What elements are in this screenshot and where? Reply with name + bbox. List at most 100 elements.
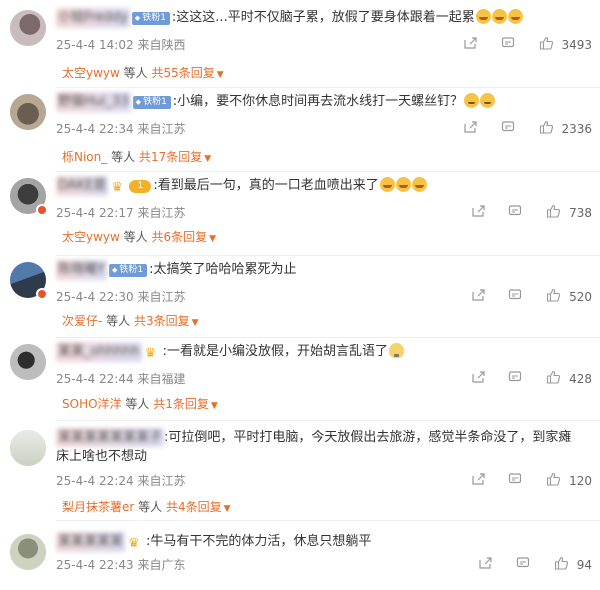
comment-icon[interactable] (508, 204, 522, 221)
chevron-down-icon[interactable]: ▼ (217, 70, 224, 80)
reply-user[interactable]: 次爱仔- (62, 314, 102, 328)
like-count: 428 (569, 371, 592, 386)
comment-actions: 3493 (443, 36, 592, 53)
username[interactable]: 某某某某某 (56, 532, 126, 552)
comment-date: 25-4-4 22:17 (56, 206, 134, 220)
reply-count[interactable]: 共17条回复 (139, 150, 202, 164)
avatar[interactable] (10, 94, 46, 130)
reply-summary[interactable]: 太空ywyw 等人 共55条回复 ▼ (62, 64, 224, 81)
thumbs-up-icon[interactable] (539, 36, 554, 53)
username[interactable]: DAKE是 (56, 176, 109, 196)
share-icon[interactable] (471, 370, 485, 387)
comment-list: 小铭Freddy铁粉1:这这这...平时不仅脑子累，放假了要身体跟着一起累 25… (0, 0, 600, 590)
share-icon[interactable] (471, 472, 485, 489)
comment-item: 陈晓曦Y铁粉1:太搞笑了哈哈哈累死为止 25-4-4 22:30 来自江苏 52… (0, 260, 600, 340)
level-badge: 1 (129, 180, 152, 193)
comment-icon[interactable] (501, 36, 515, 53)
reply-count[interactable]: 共55条回复 (152, 66, 215, 80)
comment-icon[interactable] (508, 288, 522, 305)
comment-item: 小铭Freddy铁粉1:这这这...平时不仅脑子累，放假了要身体跟着一起累 25… (0, 8, 600, 88)
laugh-emoji-icon (491, 9, 507, 24)
comment-item: 某某_ohhhhh ♛:一看就是小编没放假，开始胡言乱语了 25-4-4 22:4… (0, 342, 600, 422)
share-icon[interactable] (463, 36, 477, 53)
comment-text: :牛马有干不完的体力活，休息只想躺平 (146, 534, 372, 549)
reply-summary[interactable]: 梨月抹茶薯er 等人 共4条回复 ▼ (62, 498, 231, 515)
comment-meta: 25-4-4 22:17 来自江苏 (56, 204, 185, 221)
thumbs-up-icon[interactable] (539, 120, 554, 137)
reply-user[interactable]: 栎Nion_ (62, 150, 107, 164)
chevron-down-icon[interactable]: ▼ (211, 401, 218, 411)
crown-icon: ♛ (128, 536, 140, 551)
reply-user[interactable]: SOHO洋洋 (62, 397, 122, 411)
reply-count[interactable]: 共6条回复 (152, 230, 208, 244)
username[interactable]: 野猫Hui_33 (56, 92, 131, 112)
username[interactable]: 某某某某某某某子 (56, 428, 165, 447)
reply-user[interactable]: 梨月抹茶薯er (62, 500, 134, 514)
comment-icon[interactable] (508, 472, 522, 489)
cry-emoji-icon (464, 93, 480, 108)
reply-count[interactable]: 共1条回复 (153, 397, 209, 411)
comment-text: :这这这...平时不仅脑子累，放假了要身体跟着一起累 (171, 10, 475, 25)
verified-badge-icon (36, 288, 48, 300)
chevron-down-icon[interactable]: ▼ (209, 234, 216, 244)
comment-text-line: 野猫Hui_33铁粉1:小编，要不你休息时间再去流水线打一天螺丝钉？ (56, 92, 584, 112)
avatar[interactable] (10, 344, 46, 380)
comment-actions: 94 (458, 556, 592, 573)
username[interactable]: 小铭Freddy (56, 8, 130, 28)
divider (56, 171, 600, 172)
username[interactable]: 陈晓曦Y (56, 260, 107, 280)
avatar[interactable] (10, 430, 46, 466)
comment-item: 某某某某某 ♛ :牛马有干不完的体力活，休息只想躺平 25-4-4 22:43 来自… (0, 532, 600, 588)
comment-text: :一看就是小编没放假，开始胡言乱语了 (162, 344, 389, 359)
laugh-emoji-icon (379, 177, 395, 192)
reply-summary[interactable]: 次爱仔- 等人 共3条回复 ▼ (62, 312, 199, 329)
divider (56, 87, 600, 88)
comment-text-line: 陈晓曦Y铁粉1:太搞笑了哈哈哈累死为止 (56, 260, 584, 280)
reply-summary[interactable]: 太空ywyw 等人 共6条回复 ▼ (62, 228, 216, 245)
comment-actions: 738 (451, 204, 592, 221)
share-icon[interactable] (471, 204, 485, 221)
share-icon[interactable] (463, 120, 477, 137)
comment-icon[interactable] (508, 370, 522, 387)
reply-count[interactable]: 共3条回复 (134, 314, 190, 328)
fan-badge: 铁粉1 (108, 264, 148, 277)
comment-text: :太搞笑了哈哈哈累死为止 (149, 262, 297, 277)
crown-icon: ♛ (144, 346, 157, 361)
comment-location: 来自江苏 (137, 290, 186, 304)
thumbs-up-icon[interactable] (546, 204, 561, 221)
comment-icon[interactable] (501, 120, 515, 137)
reply-user[interactable]: 太空ywyw (62, 66, 120, 80)
comment-meta: 25-4-4 22:34 来自江苏 (56, 120, 185, 137)
laugh-emoji-icon (507, 9, 523, 24)
reply-summary[interactable]: 栎Nion_ 等人 共17条回复 ▼ (62, 148, 211, 165)
reply-user[interactable]: 太空ywyw (62, 230, 120, 244)
avatar[interactable] (10, 534, 46, 570)
comment-location: 来自江苏 (137, 206, 186, 220)
chevron-down-icon[interactable]: ▼ (224, 504, 231, 514)
comment-text-line: DAKE是 ♛ 1:看到最后一句，真的一口老血喷出来了 (56, 176, 584, 196)
comment-meta: 25-4-4 22:43 来自广东 (56, 556, 185, 573)
thumbs-up-icon[interactable] (546, 370, 561, 387)
share-icon[interactable] (478, 556, 492, 573)
like-count: 520 (569, 289, 592, 304)
lightbulb-emoji-icon (389, 343, 405, 358)
comment-location: 来自江苏 (137, 474, 186, 488)
reply-count[interactable]: 共4条回复 (166, 500, 222, 514)
comment-meta: 25-4-4 22:30 来自江苏 (56, 288, 185, 305)
share-icon[interactable] (471, 288, 485, 305)
thumbs-up-icon[interactable] (554, 556, 569, 573)
comment-icon[interactable] (516, 556, 530, 573)
chevron-down-icon[interactable]: ▼ (192, 318, 199, 328)
avatar[interactable] (10, 10, 46, 46)
username[interactable]: 某某_ohhhhh (56, 342, 142, 362)
comment-text-line: 小铭Freddy铁粉1:这这这...平时不仅脑子累，放假了要身体跟着一起累 (56, 8, 584, 28)
chevron-down-icon[interactable]: ▼ (204, 154, 211, 164)
reply-summary[interactable]: SOHO洋洋 等人 共1条回复 ▼ (62, 395, 218, 412)
comment-date: 25-4-4 22:30 (56, 290, 134, 304)
like-count: 738 (569, 205, 592, 220)
laugh-emoji-icon (395, 177, 411, 192)
thumbs-up-icon[interactable] (546, 288, 561, 305)
thumbs-up-icon[interactable] (546, 472, 561, 489)
cry-emoji-icon (480, 93, 496, 108)
like-count: 120 (569, 473, 592, 488)
